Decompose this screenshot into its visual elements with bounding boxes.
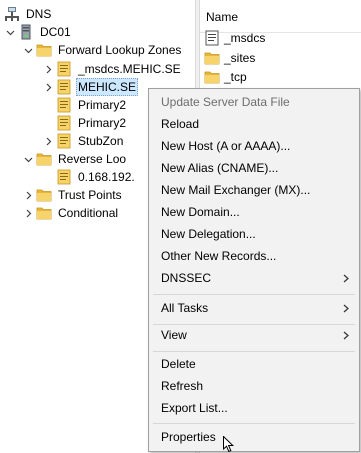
menu-item-properties[interactable]: Properties (161, 426, 216, 448)
tree-label-zone: StubZon (78, 134, 124, 148)
zone-icon (57, 97, 71, 113)
folder-icon (204, 71, 220, 84)
zone-icon (205, 30, 219, 46)
menu-separator (153, 423, 355, 424)
menu-item-dnssec-label: DNSSEC (161, 271, 212, 285)
menu-item-new-host[interactable]: New Host (A or AAAA)... (161, 135, 290, 157)
zone-icon (57, 133, 71, 149)
tree-label-forward-zones: Forward Lookup Zones (58, 43, 182, 57)
menu-item-export-list[interactable]: Export List... (161, 397, 228, 419)
menu-item-reload[interactable]: Reload (161, 113, 199, 135)
folder-icon (204, 52, 220, 65)
tree-item-forward-zones[interactable]: Forward Lookup Zones (22, 40, 183, 60)
tree-label-reverse-zone: 0.168.192. (78, 170, 135, 184)
chevron-right-icon[interactable] (42, 77, 54, 97)
chevron-right-icon[interactable] (42, 59, 54, 79)
menu-item-other-new-records[interactable]: Other New Records... (161, 245, 276, 267)
tree-item-zone-primary-1[interactable]: Primary2 (56, 95, 128, 115)
column-header-label: Name (206, 10, 239, 24)
server-icon (21, 24, 31, 40)
zone-icon (57, 169, 71, 185)
tree-item-zone-mehic[interactable]: MEHIC.SE (42, 77, 139, 97)
menu-item-new-alias[interactable]: New Alias (CNAME)... (161, 157, 278, 179)
tree-item-trust-points[interactable]: Trust Points (22, 185, 124, 205)
menu-item-all-tasks-label: All Tasks (161, 301, 209, 315)
tree-label-trust-points: Trust Points (58, 188, 122, 202)
list-item-label: _msdcs (224, 31, 266, 45)
menu-item-delete[interactable]: Delete (161, 353, 196, 375)
folder-icon (36, 189, 52, 202)
tree-label-dns: DNS (26, 7, 52, 21)
zone-icon (57, 115, 71, 131)
folder-icon (36, 153, 52, 166)
tree-item-zone-msdcs[interactable]: _msdcs.MEHIC.SE (42, 59, 183, 79)
chevron-right-icon[interactable] (42, 131, 54, 151)
tree-item-zone-primary-2[interactable]: Primary2 (56, 113, 128, 133)
menu-item-all-tasks[interactable]: All Tasks (161, 297, 349, 319)
context-menu[interactable]: Update Server Data File Reload New Host … (148, 88, 360, 452)
chevron-right-icon[interactable] (22, 203, 34, 223)
zone-icon (57, 61, 71, 77)
chevron-down-icon[interactable] (22, 40, 34, 60)
list-item-label: _sites (224, 51, 256, 65)
tree-label-zone: _msdcs.MEHIC.SE (78, 62, 181, 76)
tree-item-conditional[interactable]: Conditional (22, 203, 120, 223)
submenu-arrow-icon (343, 267, 349, 289)
menu-item-new-mail-exchanger[interactable]: New Mail Exchanger (MX)... (161, 179, 310, 201)
tree-item-zone-stub[interactable]: StubZon (42, 131, 125, 151)
menu-item-dnssec[interactable]: DNSSEC (161, 267, 349, 289)
menu-item-view[interactable]: View (161, 324, 349, 346)
chevron-down-icon[interactable] (4, 22, 16, 42)
tree-label-dc01: DC01 (40, 25, 71, 39)
menu-separator (153, 351, 355, 352)
tree-item-reverse-zone[interactable]: 0.168.192. (56, 167, 137, 187)
chevron-down-icon[interactable] (22, 149, 34, 169)
dns-manager-icon (5, 7, 19, 21)
menu-item-refresh[interactable]: Refresh (161, 375, 203, 397)
tree-label-zone: MEHIC.SE (76, 78, 139, 96)
mouse-pointer-icon (223, 436, 235, 453)
list-item[interactable]: _sites (204, 48, 255, 68)
menu-item-new-domain[interactable]: New Domain... (161, 201, 240, 223)
list-item[interactable]: _tcp (204, 67, 247, 87)
tree-label-zone: Primary2 (78, 116, 127, 130)
list-item-label: _tcp (224, 70, 247, 84)
folder-icon (36, 44, 52, 57)
tree-label-zone: Primary2 (78, 98, 127, 112)
list-item[interactable]: _msdcs (204, 28, 265, 48)
submenu-arrow-icon (343, 324, 349, 346)
zone-icon (57, 79, 71, 95)
menu-item-update-server-data-file: Update Server Data File (161, 95, 290, 109)
chevron-right-icon[interactable] (22, 185, 34, 205)
tree-item-dns[interactable]: DNS (4, 4, 53, 24)
folder-icon (36, 207, 52, 220)
menu-item-new-delegation[interactable]: New Delegation... (161, 223, 256, 245)
tree-item-dc01[interactable]: DC01 (4, 22, 73, 42)
tree-label-reverse-zones: Reverse Loo (58, 152, 127, 166)
menu-item-view-label: View (161, 328, 187, 342)
tree-label-conditional: Conditional (58, 206, 119, 220)
menu-separator (153, 294, 355, 295)
tree-item-reverse-zones[interactable]: Reverse Loo (22, 149, 128, 169)
submenu-arrow-icon (343, 297, 349, 319)
